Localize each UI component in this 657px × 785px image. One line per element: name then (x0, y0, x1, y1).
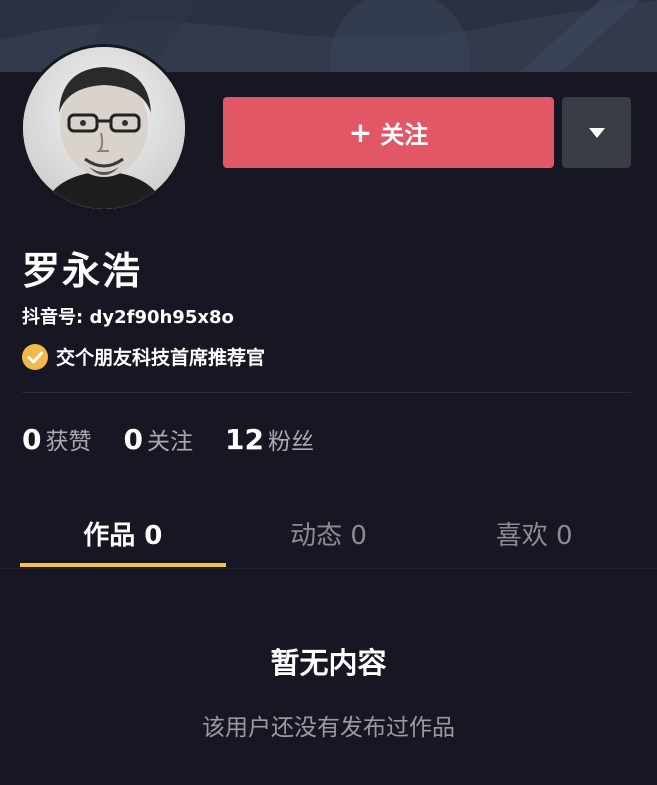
stat-followers[interactable]: 12 粉丝 (225, 422, 314, 456)
plus-icon: + (348, 115, 373, 149)
stat-following-value: 0 (123, 423, 143, 456)
tab-likes[interactable]: 喜欢 0 (431, 505, 637, 567)
profile-name: 罗永浩 (22, 249, 143, 293)
verified-check-icon (22, 343, 48, 370)
stat-followers-value: 12 (224, 423, 264, 456)
douyin-id: 抖音号: dy2f90h95x8o (22, 307, 234, 328)
caret-down-icon (588, 127, 605, 138)
stat-followers-label: 粉丝 (267, 429, 314, 455)
stat-following[interactable]: 0 关注 (123, 422, 192, 456)
verified-title: 交个朋友科技首席推荐官 (56, 347, 266, 369)
stat-likes[interactable]: 0 获赞 (22, 422, 91, 456)
stats-row: 0 获赞 0 关注 12 粉丝 (22, 422, 314, 456)
tabs-divider (0, 568, 657, 569)
stat-following-label: 关注 (146, 429, 193, 455)
follow-button[interactable]: + 关注 (223, 97, 554, 168)
avatar[interactable] (20, 44, 188, 212)
tab-activity[interactable]: 动态 0 (226, 505, 432, 567)
more-options-button[interactable] (562, 97, 631, 168)
stat-likes-value: 0 (22, 423, 42, 456)
tab-works[interactable]: 作品 0 (20, 505, 226, 567)
avatar-portrait (23, 47, 185, 209)
verified-badge-row: 交个朋友科技首席推荐官 (22, 343, 265, 370)
empty-state-subtitle: 该用户还没有发布过作品 (202, 715, 455, 741)
follow-button-label: 关注 (380, 121, 429, 149)
content-tabs: 作品 0 动态 0 喜欢 0 (20, 505, 637, 567)
empty-state-title: 暂无内容 (270, 646, 387, 680)
divider (22, 392, 631, 393)
stat-likes-label: 获赞 (45, 429, 92, 455)
